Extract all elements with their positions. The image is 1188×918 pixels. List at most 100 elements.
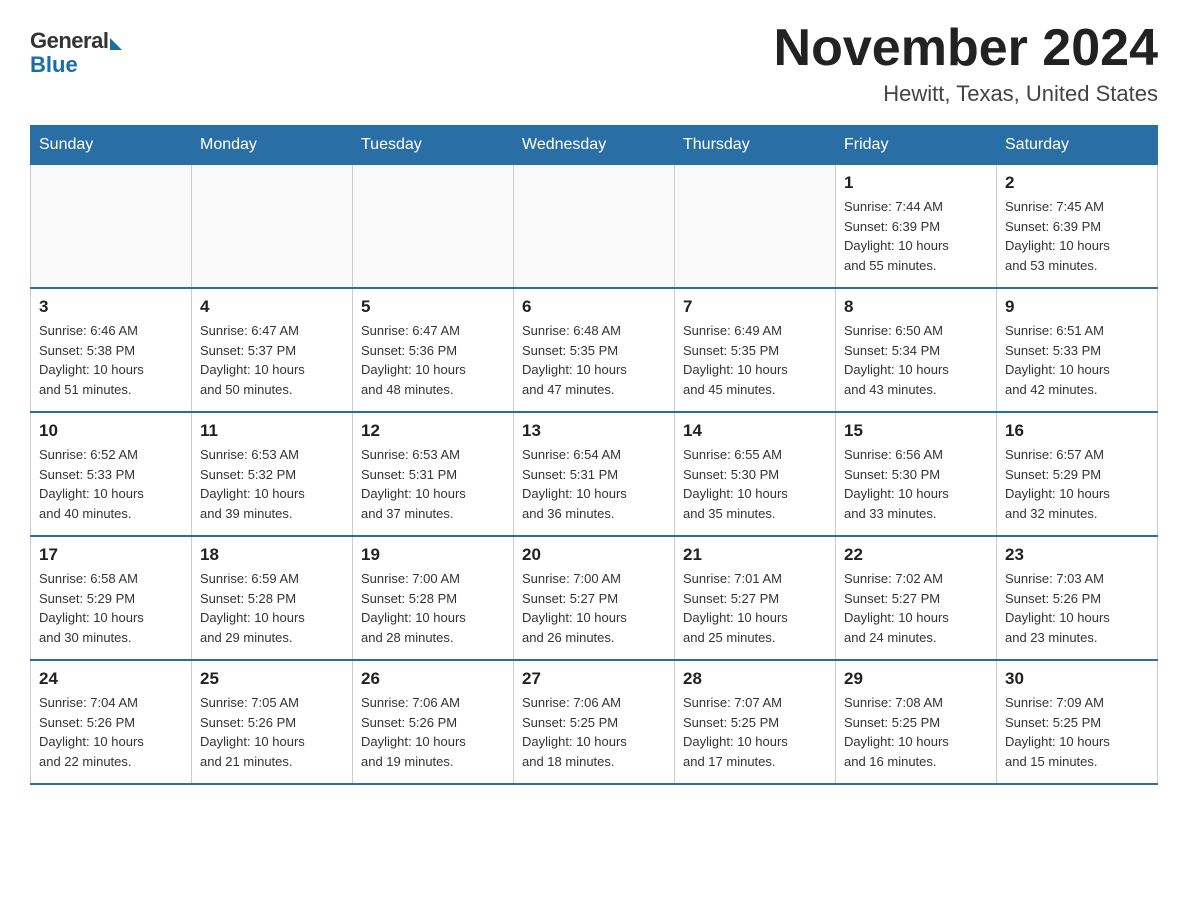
calendar-day-cell [675,165,836,289]
day-info: Sunrise: 6:48 AM Sunset: 5:35 PM Dayligh… [522,321,666,399]
calendar-day-cell: 26 Sunrise: 7:06 AM Sunset: 5:26 PM Dayli… [353,660,514,784]
day-number: 9 [1005,297,1149,317]
day-number: 4 [200,297,344,317]
day-info: Sunrise: 6:53 AM Sunset: 5:31 PM Dayligh… [361,445,505,523]
day-number: 28 [683,669,827,689]
calendar-day-cell: 28Sunrise: 7:07 AM Sunset: 5:25 PM Dayli… [675,660,836,784]
calendar-day-cell: 22 Sunrise: 7:02 AM Sunset: 5:27 PM Dayli… [836,536,997,660]
logo-general-text: General [30,28,108,53]
day-info: Sunrise: 7:00 AM Sunset: 5:27 PM Dayligh… [522,569,666,647]
day-info: Sunrise: 6:50 AM Sunset: 5:34 PM Dayligh… [844,321,988,399]
day-of-week-header: Friday [836,126,997,165]
calendar-day-cell: 3 Sunrise: 6:46 AM Sunset: 5:38 PM Daylig… [31,288,192,412]
day-number: 29 [844,669,988,689]
calendar-day-cell: 9 Sunrise: 6:51 AM Sunset: 5:33 PM Daylig… [997,288,1158,412]
day-number: 24 [39,669,183,689]
day-number: 5 [361,297,505,317]
day-number: 11 [200,421,344,441]
day-info: Sunrise: 6:46 AM Sunset: 5:38 PM Dayligh… [39,321,183,399]
day-info: Sunrise: 6:47 AM Sunset: 5:37 PM Dayligh… [200,321,344,399]
calendar-day-cell: 27 Sunrise: 7:06 AM Sunset: 5:25 PM Dayli… [514,660,675,784]
day-number: 12 [361,421,505,441]
calendar-day-cell: 29 Sunrise: 7:08 AM Sunset: 5:25 PM Dayli… [836,660,997,784]
day-info: Sunrise: 7:08 AM Sunset: 5:25 PM Dayligh… [844,693,988,771]
calendar-week-row: 1 Sunrise: 7:44 AM Sunset: 6:39 PM Daylig… [31,165,1158,289]
day-info: Sunrise: 6:58 AM Sunset: 5:29 PM Dayligh… [39,569,183,647]
calendar-day-cell: 18 Sunrise: 6:59 AM Sunset: 5:28 PM Dayli… [192,536,353,660]
calendar-day-cell: 21 Sunrise: 7:01 AM Sunset: 5:27 PM Dayli… [675,536,836,660]
logo: General Blue [30,28,122,78]
day-of-week-header: Wednesday [514,126,675,165]
calendar-day-cell [514,165,675,289]
day-of-week-header: Tuesday [353,126,514,165]
day-number: 14 [683,421,827,441]
calendar-week-row: 3 Sunrise: 6:46 AM Sunset: 5:38 PM Daylig… [31,288,1158,412]
day-number: 25 [200,669,344,689]
calendar-day-cell: 12 Sunrise: 6:53 AM Sunset: 5:31 PM Dayli… [353,412,514,536]
day-info: Sunrise: 6:51 AM Sunset: 5:33 PM Dayligh… [1005,321,1149,399]
day-info: Sunrise: 6:49 AM Sunset: 5:35 PM Dayligh… [683,321,827,399]
calendar-day-cell: 15 Sunrise: 6:56 AM Sunset: 5:30 PM Dayli… [836,412,997,536]
calendar-day-cell: 20 Sunrise: 7:00 AM Sunset: 5:27 PM Dayli… [514,536,675,660]
calendar-day-cell [192,165,353,289]
calendar-day-cell: 1 Sunrise: 7:44 AM Sunset: 6:39 PM Daylig… [836,165,997,289]
calendar-day-cell: 19Sunrise: 7:00 AM Sunset: 5:28 PM Dayli… [353,536,514,660]
logo-arrow-icon [110,38,122,50]
day-number: 26 [361,669,505,689]
day-info: Sunrise: 6:56 AM Sunset: 5:30 PM Dayligh… [844,445,988,523]
day-info: Sunrise: 6:55 AM Sunset: 5:30 PM Dayligh… [683,445,827,523]
day-number: 23 [1005,545,1149,565]
day-of-week-header: Saturday [997,126,1158,165]
calendar-day-cell: 5Sunrise: 6:47 AM Sunset: 5:36 PM Daylig… [353,288,514,412]
day-info: Sunrise: 7:06 AM Sunset: 5:26 PM Dayligh… [361,693,505,771]
title-block: November 2024 Hewitt, Texas, United Stat… [774,20,1158,107]
day-info: Sunrise: 6:53 AM Sunset: 5:32 PM Dayligh… [200,445,344,523]
day-number: 27 [522,669,666,689]
day-of-week-header: Thursday [675,126,836,165]
calendar-day-cell: 10 Sunrise: 6:52 AM Sunset: 5:33 PM Dayli… [31,412,192,536]
day-info: Sunrise: 7:04 AM Sunset: 5:26 PM Dayligh… [39,693,183,771]
day-info: Sunrise: 7:03 AM Sunset: 5:26 PM Dayligh… [1005,569,1149,647]
day-info: Sunrise: 7:44 AM Sunset: 6:39 PM Dayligh… [844,197,988,275]
day-number: 1 [844,173,988,193]
day-of-week-header: Sunday [31,126,192,165]
calendar-week-row: 24 Sunrise: 7:04 AM Sunset: 5:26 PM Dayli… [31,660,1158,784]
day-number: 8 [844,297,988,317]
calendar-day-cell: 6 Sunrise: 6:48 AM Sunset: 5:35 PM Daylig… [514,288,675,412]
day-info: Sunrise: 7:05 AM Sunset: 5:26 PM Dayligh… [200,693,344,771]
day-number: 7 [683,297,827,317]
day-number: 22 [844,545,988,565]
calendar-day-cell: 25 Sunrise: 7:05 AM Sunset: 5:26 PM Dayli… [192,660,353,784]
day-info: Sunrise: 6:59 AM Sunset: 5:28 PM Dayligh… [200,569,344,647]
calendar-day-cell: 11 Sunrise: 6:53 AM Sunset: 5:32 PM Dayli… [192,412,353,536]
day-number: 18 [200,545,344,565]
calendar-day-cell: 16Sunrise: 6:57 AM Sunset: 5:29 PM Dayli… [997,412,1158,536]
day-number: 15 [844,421,988,441]
logo-blue-text: Blue [30,52,122,78]
day-number: 16 [1005,421,1149,441]
day-number: 21 [683,545,827,565]
calendar-day-cell: 13 Sunrise: 6:54 AM Sunset: 5:31 PM Dayli… [514,412,675,536]
calendar-day-cell: 8 Sunrise: 6:50 AM Sunset: 5:34 PM Daylig… [836,288,997,412]
day-number: 10 [39,421,183,441]
day-number: 3 [39,297,183,317]
day-number: 13 [522,421,666,441]
calendar-day-cell [31,165,192,289]
calendar-day-cell: 24 Sunrise: 7:04 AM Sunset: 5:26 PM Dayli… [31,660,192,784]
main-title: November 2024 [774,20,1158,77]
day-info: Sunrise: 7:01 AM Sunset: 5:27 PM Dayligh… [683,569,827,647]
day-number: 19 [361,545,505,565]
calendar-header-row: SundayMondayTuesdayWednesdayThursdayFrid… [31,126,1158,165]
day-info: Sunrise: 7:09 AM Sunset: 5:25 PM Dayligh… [1005,693,1149,771]
day-info: Sunrise: 7:06 AM Sunset: 5:25 PM Dayligh… [522,693,666,771]
calendar-day-cell [353,165,514,289]
day-info: Sunrise: 6:54 AM Sunset: 5:31 PM Dayligh… [522,445,666,523]
day-number: 6 [522,297,666,317]
day-number: 17 [39,545,183,565]
calendar-day-cell: 2Sunrise: 7:45 AM Sunset: 6:39 PM Daylig… [997,165,1158,289]
calendar-week-row: 10 Sunrise: 6:52 AM Sunset: 5:33 PM Dayli… [31,412,1158,536]
day-info: Sunrise: 7:02 AM Sunset: 5:27 PM Dayligh… [844,569,988,647]
calendar-day-cell: 17 Sunrise: 6:58 AM Sunset: 5:29 PM Dayli… [31,536,192,660]
day-number: 20 [522,545,666,565]
day-info: Sunrise: 6:52 AM Sunset: 5:33 PM Dayligh… [39,445,183,523]
